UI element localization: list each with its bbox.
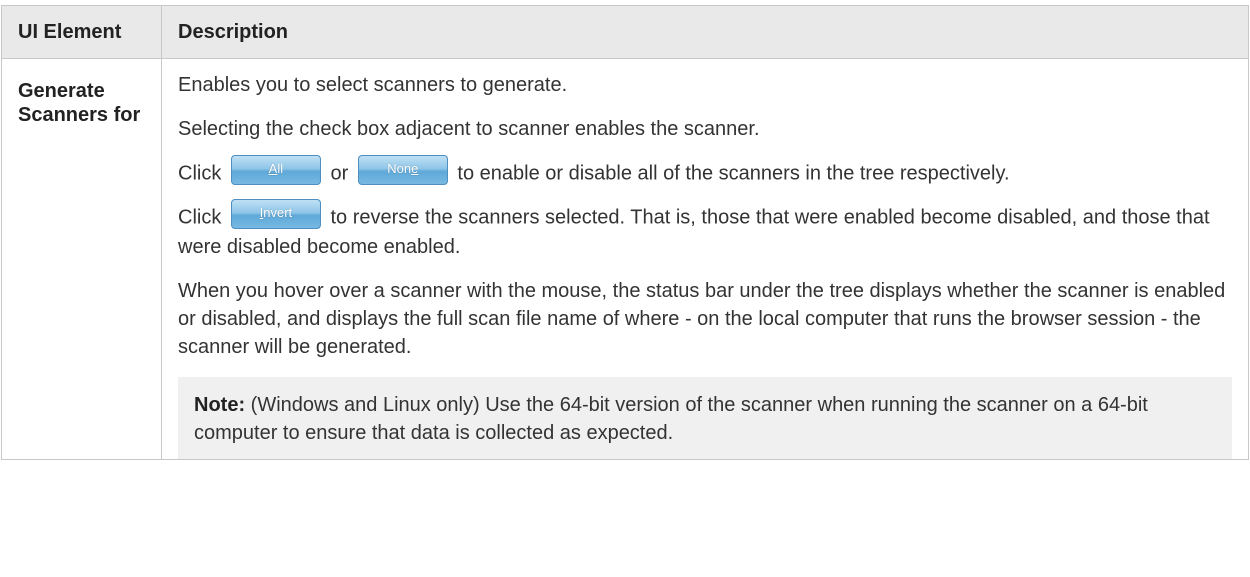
all-button-image: All (230, 155, 321, 185)
description-paragraph: Enables you to select scanners to genera… (178, 74, 568, 96)
none-button-image: None (357, 155, 448, 185)
column-header-description: Description (161, 5, 1249, 59)
ui-element-table: UI Element Description Generate Scanners… (1, 5, 1249, 460)
description-paragraph: Selecting the check box adjacent to scan… (178, 118, 760, 140)
table-row: Generate Scanners for Enables you to sel… (1, 58, 1249, 460)
note-box: Note: (Windows and Linux only) Use the 6… (178, 377, 1232, 459)
note-label: Note: (194, 394, 246, 416)
table-header-row: UI Element Description (1, 5, 1249, 59)
ui-element-name: Generate Scanners for (1, 58, 162, 460)
invert-button-image: Invert (230, 199, 321, 229)
or-text: or (330, 162, 349, 185)
description-cell: Enables you to select scanners to genera… (161, 58, 1249, 460)
column-header-ui-element: UI Element (1, 5, 162, 59)
description-paragraph: When you hover over a scanner with the m… (178, 280, 1226, 358)
description-paragraph-invert: Click Invert to reverse the scanners sel… (178, 199, 1240, 261)
mnemonic: e (411, 161, 419, 176)
invert-text: to reverse the scanners selected. That i… (178, 206, 1210, 258)
enable-disable-text: to enable or disable all of the scanners… (457, 162, 1010, 185)
click-text: Click (178, 162, 222, 185)
note-text: (Windows and Linux only) Use the 64-bit … (194, 394, 1148, 444)
description-paragraph-buttons: Click All or None to enable or disable a… (178, 155, 1240, 189)
click-text: Click (178, 206, 222, 229)
